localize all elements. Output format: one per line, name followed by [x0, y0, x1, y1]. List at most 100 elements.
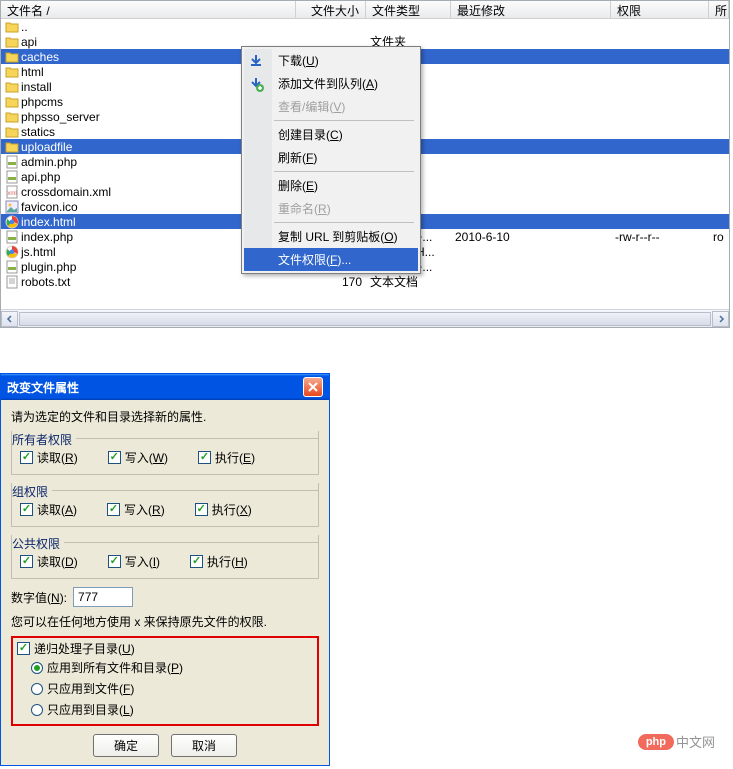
file-name-text: html — [21, 65, 44, 79]
xml-icon: xml — [5, 185, 19, 199]
owner-write-checkbox[interactable]: 写入(W) — [108, 449, 168, 466]
numeric-value-row: 数字值(N): — [11, 587, 319, 607]
menu-delete[interactable]: 删除(E) — [272, 174, 418, 197]
recurse-highlight-box: 递归处理子目录(U) 应用到所有文件和目录(P) 只应用到文件(F) 只应用到目… — [11, 636, 319, 726]
menu-download[interactable]: 下载(U) — [272, 49, 418, 72]
col-header-perm[interactable]: 权限 — [611, 1, 709, 18]
apply-all-radio[interactable]: 应用到所有文件和目录(P) — [17, 657, 313, 678]
folder-icon — [5, 95, 19, 109]
menu-refresh[interactable]: 刷新 (F) — [272, 146, 418, 169]
checkbox-icon — [107, 503, 120, 516]
group-write-checkbox[interactable]: 写入(R) — [107, 501, 165, 518]
group-read-checkbox[interactable]: 读取(A) — [20, 501, 77, 518]
file-owner-cell: ro — [709, 230, 729, 244]
checkbox-icon — [17, 642, 30, 655]
watermark-text: 中文网 — [676, 732, 715, 751]
file-browser: 文件名 / 文件大小 文件类型 最近修改 权限 所 ..api文件夹caches… — [0, 0, 730, 328]
file-name-text: index.html — [21, 215, 76, 229]
scroll-left-arrow[interactable] — [1, 311, 18, 327]
folder-icon — [5, 140, 19, 154]
txt-icon — [5, 275, 19, 289]
menu-copyurl[interactable]: 复制 URL 到剪贴板(O) — [272, 225, 418, 248]
recurse-checkbox[interactable]: 递归处理子目录(U) — [17, 640, 135, 657]
watermark: php 中文网 — [638, 732, 715, 751]
public-write-checkbox[interactable]: 写入(I) — [108, 553, 160, 570]
folder-icon — [5, 125, 19, 139]
menu-addqueue[interactable]: 添加文件到队列(A) — [272, 72, 418, 95]
chrome-icon — [5, 245, 19, 259]
scroll-thumb[interactable] — [19, 312, 711, 326]
file-name-cell: .. — [1, 20, 296, 34]
file-size-cell: 170 — [296, 275, 366, 289]
file-name-text: uploadfile — [21, 140, 72, 154]
close-button[interactable] — [303, 377, 323, 397]
file-row[interactable]: .. — [1, 19, 729, 34]
menu-mkdir[interactable]: 创建目录(C) — [272, 123, 418, 146]
menu-separator — [274, 171, 414, 172]
group-exec-checkbox[interactable]: 执行(X) — [195, 501, 252, 518]
dialog-title-text: 改变文件属性 — [7, 379, 79, 396]
cancel-button[interactable]: 取消 — [171, 734, 237, 757]
checkbox-icon — [195, 503, 208, 516]
col-header-name[interactable]: 文件名 / — [1, 1, 296, 18]
checkbox-icon — [20, 451, 33, 464]
col-header-type[interactable]: 文件类型 — [366, 1, 451, 18]
file-name-text: .. — [21, 20, 28, 34]
file-perm-cell: -rw-r--r-- — [611, 230, 709, 244]
context-menu: 下载(U) 添加文件到队列(A) 查看/编辑 (V) 创建目录(C) 刷新 (F… — [241, 46, 421, 274]
col-header-size[interactable]: 文件大小 — [296, 1, 366, 18]
ok-button[interactable]: 确定 — [93, 734, 159, 757]
file-name-text: js.html — [21, 245, 56, 259]
checkbox-icon — [108, 555, 121, 568]
checkbox-icon — [20, 503, 33, 516]
checkbox-icon — [190, 555, 203, 568]
apply-dirs-radio[interactable]: 只应用到目录(L) — [17, 699, 313, 720]
col-header-owner[interactable]: 所 — [709, 1, 729, 18]
svg-text:xml: xml — [7, 191, 16, 197]
file-name-text: favicon.ico — [21, 200, 78, 214]
menu-viewedit: 查看/编辑 (V) — [272, 95, 418, 118]
owner-permissions-group: 所有者权限 读取(R) 写入(W) 执行(E) — [11, 431, 319, 475]
radio-icon — [31, 704, 43, 716]
permission-note: 您可以在任何地方使用 x 来保持原先文件的权限. — [11, 613, 319, 630]
owner-exec-checkbox[interactable]: 执行(E) — [198, 449, 255, 466]
dialog-buttons: 确定 取消 — [11, 734, 319, 757]
file-name-text: phpcms — [21, 95, 63, 109]
checkbox-icon — [108, 451, 121, 464]
file-name-text: caches — [21, 50, 59, 64]
dialog-titlebar[interactable]: 改变文件属性 — [1, 374, 329, 400]
php-icon — [5, 230, 19, 244]
chrome-icon — [5, 215, 19, 229]
public-read-checkbox[interactable]: 读取(D) — [20, 553, 78, 570]
php-icon — [5, 155, 19, 169]
scroll-right-arrow[interactable] — [712, 311, 729, 327]
menu-filepermissions[interactable]: 文件权限(F)... — [244, 248, 418, 271]
public-exec-checkbox[interactable]: 执行(H) — [190, 553, 248, 570]
radio-icon — [31, 683, 43, 695]
file-name-text: statics — [21, 125, 55, 139]
file-type-cell: 文本文档 — [366, 273, 451, 290]
file-attributes-dialog: 改变文件属性 请为选定的文件和目录选择新的属性. 所有者权限 读取(R) 写入(… — [0, 373, 330, 766]
owner-title: 所有者权限 — [12, 431, 76, 448]
menu-rename: 重命名(R) — [272, 197, 418, 220]
folder-icon — [5, 50, 19, 64]
radio-icon — [31, 662, 43, 674]
ico-icon — [5, 200, 19, 214]
file-name-text: api — [21, 35, 37, 49]
file-row[interactable]: robots.txt 170文本文档 — [1, 274, 729, 289]
horizontal-scrollbar[interactable] — [1, 309, 729, 327]
folder-up-icon — [5, 20, 19, 34]
file-name-text: robots.txt — [21, 275, 70, 289]
col-header-modified[interactable]: 最近修改 — [451, 1, 611, 18]
apply-files-radio[interactable]: 只应用到文件(F) — [17, 678, 313, 699]
checkbox-icon — [20, 555, 33, 568]
checkbox-icon — [198, 451, 211, 464]
menu-separator — [274, 222, 414, 223]
dialog-body: 请为选定的文件和目录选择新的属性. 所有者权限 读取(R) 写入(W) 执行(E… — [1, 400, 329, 765]
file-modified-cell: 2010-6-10 — [451, 230, 611, 244]
file-name-text: phpsso_server — [21, 110, 100, 124]
group-permissions-group: 组权限 读取(A) 写入(R) 执行(X) — [11, 483, 319, 527]
owner-read-checkbox[interactable]: 读取(R) — [20, 449, 78, 466]
file-name-text: crossdomain.xml — [21, 185, 111, 199]
numeric-input[interactable] — [73, 587, 133, 607]
